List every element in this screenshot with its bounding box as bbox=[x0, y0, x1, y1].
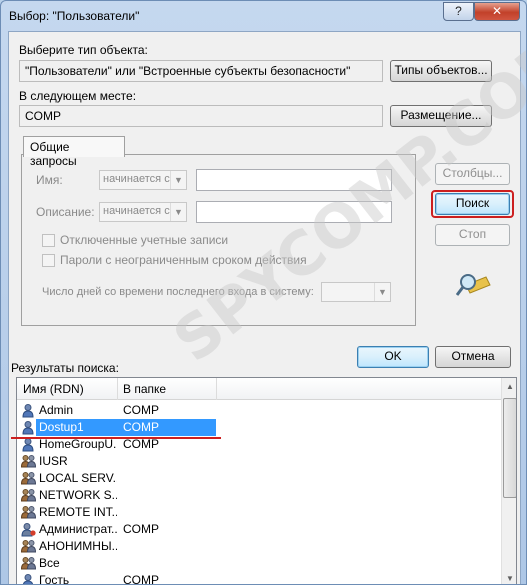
row-name: Гость bbox=[39, 573, 70, 585]
name-label: Имя: bbox=[36, 173, 63, 187]
disabled-accounts-label: Отключенные учетные записи bbox=[60, 233, 229, 247]
nonexpiring-password-checkbox[interactable] bbox=[42, 254, 55, 267]
nonexpiring-password-label: Пароли с неограниченным сроком действия bbox=[60, 253, 307, 267]
list-item[interactable]: Admin COMP bbox=[17, 402, 501, 419]
tab-common-queries[interactable]: Общие запросы bbox=[23, 136, 125, 168]
column-header-name[interactable]: Имя (RDN) bbox=[23, 382, 84, 396]
search-results-label: Результаты поиска: bbox=[11, 361, 119, 375]
name-match-value: начинается с bbox=[103, 173, 170, 185]
row-folder: COMP bbox=[123, 437, 159, 451]
list-item[interactable]: Dostup1 COMP bbox=[17, 419, 501, 436]
disabled-accounts-checkbox[interactable] bbox=[42, 234, 55, 247]
row-folder: COMP bbox=[123, 573, 159, 585]
scroll-up-icon[interactable]: ▲ bbox=[502, 378, 516, 395]
scroll-down-icon[interactable]: ▼ bbox=[502, 570, 516, 584]
list-item[interactable]: IUSR bbox=[17, 453, 501, 470]
dialog-window: Выбор: "Пользователи" ? ✕ Выберите тип о… bbox=[0, 0, 527, 585]
column-divider[interactable] bbox=[216, 378, 217, 400]
group-icon bbox=[20, 539, 37, 554]
columns-button[interactable]: Столбцы... bbox=[435, 163, 510, 185]
list-item[interactable]: АНОНИМНЫ... bbox=[17, 538, 501, 555]
user-icon bbox=[21, 403, 36, 418]
chevron-down-icon: ▼ bbox=[170, 203, 186, 221]
row-name: REMOTE INT... bbox=[39, 505, 117, 519]
close-button[interactable]: ✕ bbox=[474, 2, 520, 21]
user-icon bbox=[21, 437, 36, 452]
row-name: Все bbox=[39, 556, 60, 570]
description-label: Описание: bbox=[36, 205, 95, 219]
group-icon bbox=[20, 556, 37, 571]
results-header: Имя (RDN) В папке bbox=[17, 378, 501, 400]
description-match-combo[interactable]: начинается с ▼ bbox=[99, 202, 187, 222]
group-icon bbox=[20, 454, 37, 469]
cancel-button[interactable]: Отмена bbox=[435, 346, 511, 368]
search-magnifier-icon bbox=[456, 274, 491, 296]
row-name: Администрат... bbox=[39, 522, 117, 536]
locations-button[interactable]: Размещение... bbox=[390, 105, 492, 127]
name-input[interactable] bbox=[196, 169, 392, 191]
description-input[interactable] bbox=[196, 201, 392, 223]
list-item[interactable]: LOCAL SERV... bbox=[17, 470, 501, 487]
group-icon bbox=[20, 505, 37, 520]
object-type-field: "Пользователи" или "Встроенные субъекты … bbox=[19, 60, 383, 82]
column-divider[interactable] bbox=[117, 378, 118, 400]
vertical-scrollbar[interactable]: ▲ ▼ bbox=[501, 378, 516, 584]
row-name: АНОНИМНЫ... bbox=[39, 539, 117, 553]
row-folder: COMP bbox=[123, 420, 159, 434]
group-icon bbox=[20, 488, 37, 503]
row-name: LOCAL SERV... bbox=[39, 471, 117, 485]
location-label: В следующем месте: bbox=[19, 89, 137, 103]
window-title: Выбор: "Пользователи" bbox=[9, 9, 140, 23]
list-item[interactable]: Все bbox=[17, 555, 501, 572]
row-name: Dostup1 bbox=[39, 420, 84, 434]
annotation-underline bbox=[11, 437, 221, 439]
row-name: NETWORK S... bbox=[39, 488, 117, 502]
row-folder: COMP bbox=[123, 403, 159, 417]
admin-user-icon bbox=[21, 522, 36, 537]
days-since-login-label: Число дней со времени последнего входа в… bbox=[42, 286, 314, 298]
stop-button[interactable]: Стоп bbox=[435, 224, 510, 246]
search-button[interactable]: Поиск bbox=[435, 193, 510, 215]
row-folder: COMP bbox=[123, 522, 159, 536]
list-item[interactable]: NETWORK S... bbox=[17, 487, 501, 504]
name-match-combo[interactable]: начинается с ▼ bbox=[99, 170, 187, 190]
column-header-folder[interactable]: В папке bbox=[123, 382, 166, 396]
days-since-login-combo[interactable]: ▼ bbox=[321, 282, 391, 302]
dialog-body: Выберите тип объекта: "Пользователи" или… bbox=[8, 31, 521, 585]
title-bar[interactable]: Выбор: "Пользователи" ? ✕ bbox=[1, 1, 526, 31]
ok-button[interactable]: OK bbox=[357, 346, 429, 368]
location-field: COMP bbox=[19, 105, 383, 127]
row-name: Admin bbox=[39, 403, 74, 417]
chevron-down-icon: ▼ bbox=[170, 171, 186, 189]
list-item[interactable]: REMOTE INT... bbox=[17, 504, 501, 521]
user-icon bbox=[21, 420, 36, 435]
row-name: HomeGroupU... bbox=[39, 437, 117, 451]
row-name: IUSR bbox=[39, 454, 68, 468]
scrollbar-thumb[interactable] bbox=[503, 398, 516, 498]
chevron-down-icon: ▼ bbox=[374, 283, 390, 301]
common-queries-panel: Имя: начинается с ▼ Описание: начинается… bbox=[21, 154, 416, 326]
results-list[interactable]: Имя (RDN) В папке Admin COMP Dostup1 COMP Ho… bbox=[16, 377, 517, 585]
user-icon bbox=[21, 573, 36, 584]
help-button[interactable]: ? bbox=[443, 2, 474, 21]
group-icon bbox=[20, 471, 37, 486]
description-match-value: начинается с bbox=[103, 205, 170, 217]
list-item[interactable]: Администрат... COMP bbox=[17, 521, 501, 538]
list-item[interactable]: Гость COMP bbox=[17, 572, 501, 585]
object-type-label: Выберите тип объекта: bbox=[19, 43, 148, 57]
object-types-button[interactable]: Типы объектов... bbox=[390, 60, 492, 82]
